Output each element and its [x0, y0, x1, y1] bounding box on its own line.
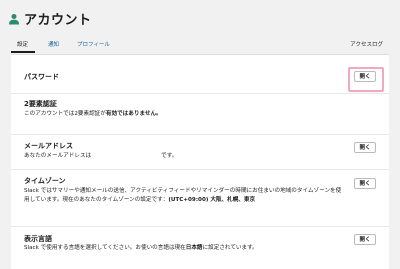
email-row: メールアドレス あなたのメールアドレスは です。 開く — [11, 135, 389, 170]
settings-panel: パスワード 開く 2要素認証 このアカウントでは2要素認証が有効ではありません。… — [11, 54, 389, 269]
language-open-button[interactable]: 開く — [354, 234, 376, 245]
page-title: アカウント — [24, 13, 92, 28]
active-tab-indicator — [11, 51, 35, 53]
timezone-row: タイムゾーン Slack ではサマリーや通知メールの送信、アクティビティフィード… — [11, 170, 389, 227]
language-title: 表示言語 — [24, 235, 52, 243]
person-icon — [9, 14, 19, 25]
tab-notifications[interactable]: 通知 — [48, 40, 59, 48]
email-open-button[interactable]: 開く — [354, 142, 376, 153]
password-open-button[interactable]: 開く — [354, 71, 376, 82]
two-factor-desc: このアカウントでは2要素認証が有効ではありません。 — [24, 111, 162, 117]
tab-bar: 設定 通知 プロフィール アクセスログ — [0, 34, 400, 54]
tab-settings[interactable]: 設定 — [17, 40, 28, 48]
password-title: パスワード — [24, 73, 59, 81]
two-factor-title: 2要素認証 — [24, 100, 57, 108]
timezone-desc: Slack ではサマリーや通知メールの送信、アクティビティフィードやリマインダー… — [24, 188, 342, 203]
page-header: アカウント — [0, 0, 400, 34]
timezone-title: タイムゾーン — [24, 177, 66, 185]
tab-profile[interactable]: プロフィール — [77, 40, 110, 48]
language-desc: Slack で使用する言語を選択してください。お使いの言語は現在日本語に設定され… — [24, 245, 258, 251]
email-desc: あなたのメールアドレスは です。 — [24, 153, 178, 159]
timezone-open-button[interactable]: 開く — [354, 178, 376, 189]
password-row: パスワード 開く — [11, 55, 389, 94]
language-row: 表示言語 Slack で使用する言語を選択してください。お使いの言語は現在日本語… — [11, 227, 389, 269]
email-title: メールアドレス — [24, 142, 73, 150]
two-factor-row: 2要素認証 このアカウントでは2要素認証が有効ではありません。 — [11, 94, 389, 135]
tab-access-logs[interactable]: アクセスログ — [350, 40, 383, 48]
